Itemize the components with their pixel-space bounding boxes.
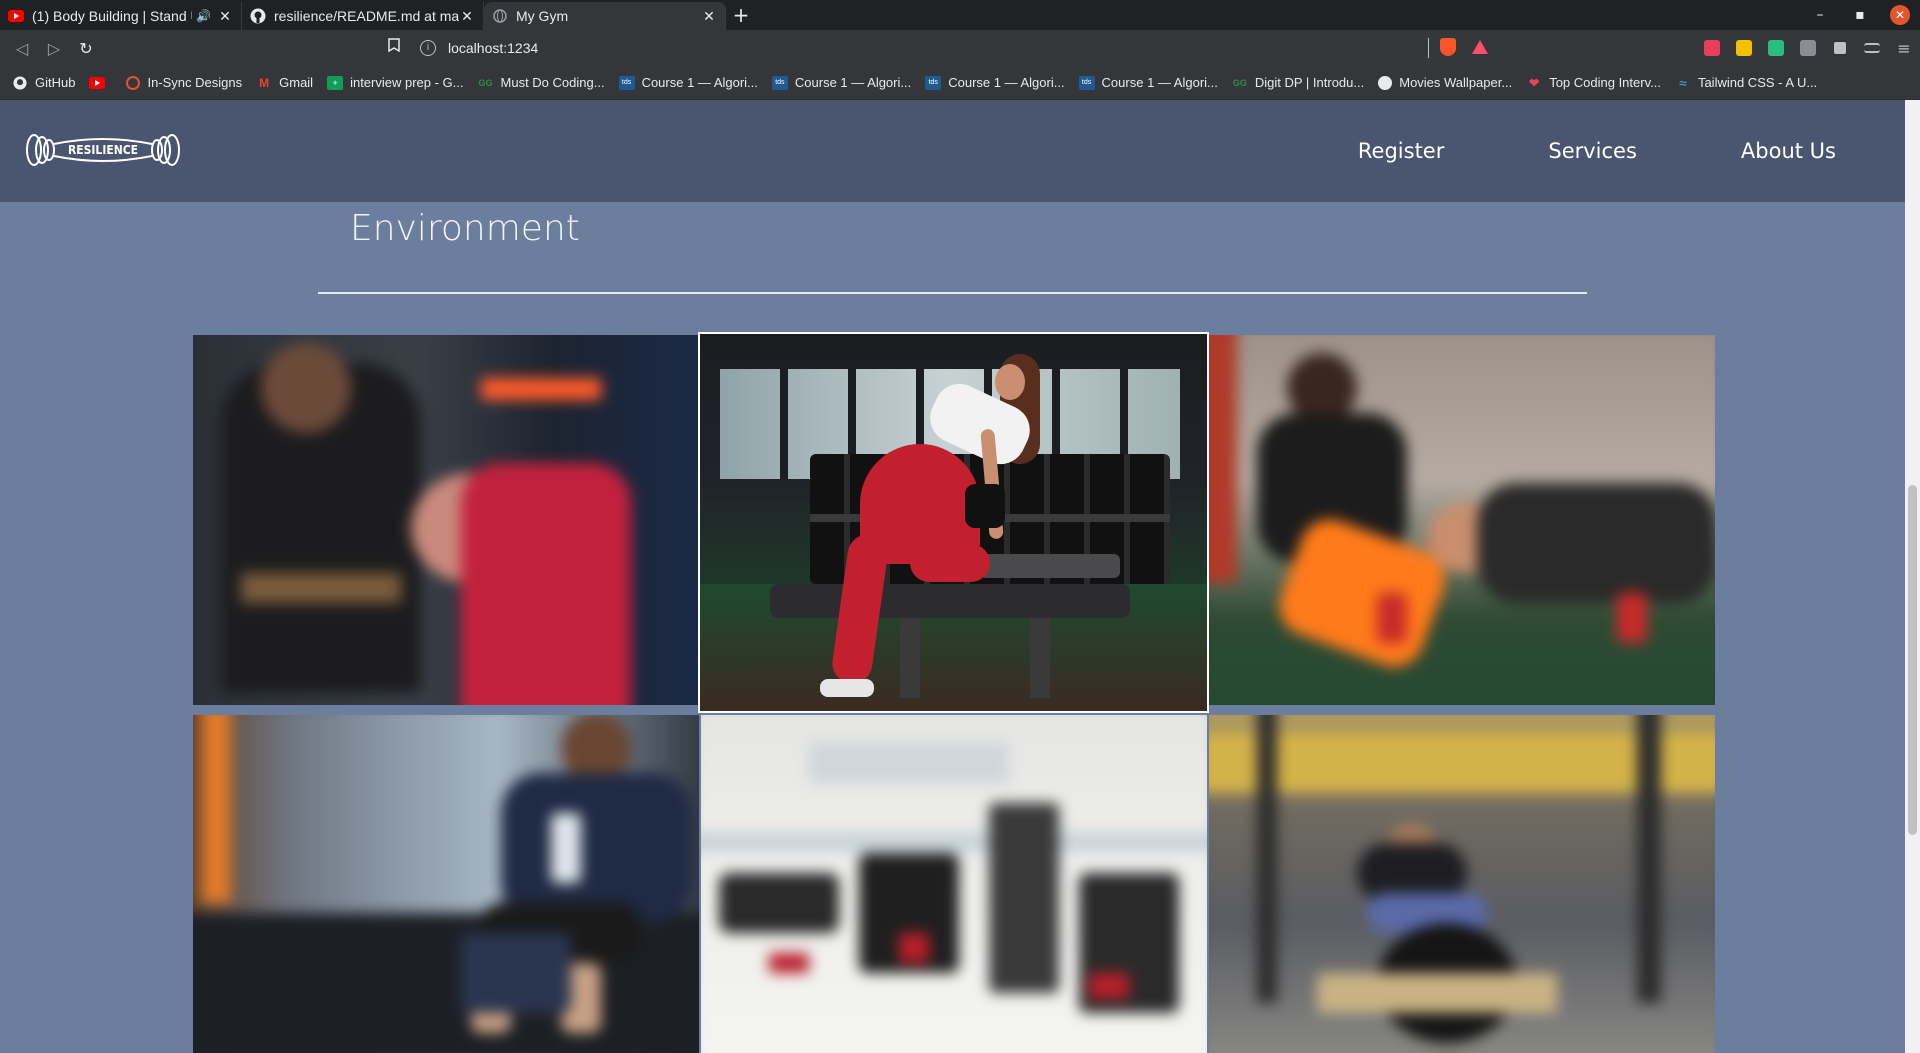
reading-list-icon[interactable] <box>1856 36 1888 60</box>
site-info-icon[interactable]: i <box>420 40 436 56</box>
tds-icon: tds <box>771 75 788 90</box>
menu-icon[interactable]: ≡ <box>1888 36 1920 60</box>
bookmark-must-do-coding[interactable]: GG Must Do Coding... <box>478 75 605 90</box>
nav-register[interactable]: Register <box>1358 139 1444 163</box>
bookmark-interview-prep[interactable]: + interview prep - G... <box>327 75 464 90</box>
bookmark-insync[interactable]: In-Sync Designs <box>126 75 242 90</box>
bookmark-label: Movies Wallpaper... <box>1399 75 1513 90</box>
logo-text: RESILIENCE <box>68 143 138 157</box>
close-tab-icon[interactable]: ✕ <box>217 8 233 25</box>
extension-icon[interactable] <box>1792 36 1824 60</box>
photo-woman-dumbbell-row[interactable] <box>698 332 1209 713</box>
section-divider <box>318 292 1587 294</box>
globe-icon <box>492 8 508 24</box>
nav-about-us[interactable]: About Us <box>1741 139 1836 163</box>
browser-tab-strip: (1) Body Building | Stand U 🔊 ✕ resilien… <box>0 0 1920 30</box>
bookmark-label: Tailwind CSS - A U... <box>1697 75 1818 90</box>
tailwind-icon: ≈ <box>1679 74 1687 91</box>
tds-icon: tds <box>1078 75 1095 90</box>
bookmark-digit-dp[interactable]: GG Digit DP | Introdu... <box>1232 75 1364 90</box>
bookmark-label: Must Do Coding... <box>500 75 605 90</box>
brave-rewards-icon[interactable] <box>1472 40 1488 54</box>
extension-icon[interactable] <box>1728 36 1760 60</box>
bookmark-label: Course 1 — Algori... <box>948 75 1065 90</box>
sheets-icon: + <box>327 75 344 90</box>
bookmark-tailwind[interactable]: ≈ Tailwind CSS - A U... <box>1675 74 1818 91</box>
extensions-area: ≡ <box>1696 36 1920 60</box>
extension-icon[interactable] <box>1760 36 1792 60</box>
youtube-icon <box>8 8 24 24</box>
bookmark-course-1[interactable]: tds Course 1 — Algori... <box>618 75 758 90</box>
window-controls: – ▪ ✕ <box>1800 0 1920 30</box>
site-header: RESILIENCE Register Services About Us <box>0 100 1905 202</box>
bookmark-youtube[interactable] <box>89 76 112 90</box>
reload-icon[interactable]: ↻ <box>70 39 102 58</box>
bookmark-gmail[interactable]: M Gmail <box>256 75 313 90</box>
photo-trainer-spotting[interactable] <box>193 335 699 705</box>
tab-body-building[interactable]: (1) Body Building | Stand U 🔊 ✕ <box>0 2 242 30</box>
browser-toolbar: ◁ ▷ ↻ i localhost:1234 ≡ <box>0 30 1920 66</box>
github-icon <box>250 8 266 24</box>
tab-title: My Gym <box>516 8 569 24</box>
photo-trainer-pushups[interactable] <box>1209 335 1715 705</box>
bookmark-movies[interactable]: Movies Wallpaper... <box>1378 75 1512 90</box>
tab-my-gym[interactable]: My Gym ✕ <box>484 2 726 30</box>
insync-icon <box>126 75 141 90</box>
tds-icon: tds <box>925 75 942 90</box>
tab-title: resilience/README.md at main <box>274 8 459 24</box>
bookmark-label: GitHub <box>35 75 76 90</box>
tab-readme[interactable]: resilience/README.md at main ✕ <box>242 2 484 30</box>
bookmark-label: Course 1 — Algori... <box>794 75 912 90</box>
gfg-icon: GG <box>478 77 493 88</box>
bookmark-label: Gmail <box>279 75 314 90</box>
nav-services[interactable]: Services <box>1548 139 1637 163</box>
photo-gym-floor[interactable] <box>701 715 1207 1053</box>
close-tab-icon[interactable]: ✕ <box>701 8 717 25</box>
bookmark-label: Course 1 — Algori... <box>1101 75 1218 90</box>
minimize-icon[interactable]: – <box>1800 7 1840 23</box>
bookmark-github[interactable]: GitHub <box>12 75 75 90</box>
youtube-icon <box>89 76 106 90</box>
main-nav: Register Services About Us <box>1358 100 1905 202</box>
scrollbar-thumb[interactable] <box>1908 485 1917 835</box>
bookmark-top-coding[interactable]: ❤ Top Coding Interv... <box>1526 75 1661 90</box>
globe-icon <box>1378 75 1393 90</box>
photo-man-barbell-deadlift[interactable] <box>1209 715 1715 1053</box>
back-icon[interactable]: ◁ <box>6 39 38 58</box>
window-close-icon[interactable]: ✕ <box>1890 5 1910 25</box>
github-icon <box>12 75 28 90</box>
extension-icon[interactable] <box>1696 36 1728 60</box>
new-tab-icon[interactable]: + <box>726 2 756 30</box>
bookmark-label: Digit DP | Introdu... <box>1254 75 1365 90</box>
puzzle-icon[interactable] <box>1824 36 1856 60</box>
leetcode-icon: ❤ <box>1529 75 1540 90</box>
photo-man-seated-shaker[interactable] <box>193 715 699 1053</box>
address-bar-divider <box>1428 38 1429 58</box>
bookmark-label: In-Sync Designs <box>147 75 243 90</box>
bookmark-label: Top Coding Interv... <box>1549 75 1661 90</box>
address-bar[interactable]: i localhost:1234 <box>420 34 1498 62</box>
gmail-icon: M <box>259 75 270 90</box>
gfg-icon: GG <box>1232 77 1247 88</box>
maximize-icon[interactable]: ▪ <box>1840 7 1880 23</box>
speaker-icon[interactable]: 🔊 <box>196 9 211 23</box>
bookmark-label: interview prep - G... <box>350 75 464 90</box>
brave-shields-icon[interactable] <box>1440 38 1456 56</box>
page-scrollbar[interactable] <box>1905 100 1920 1053</box>
resilience-logo[interactable]: RESILIENCE <box>22 130 184 170</box>
page-viewport: RESILIENCE Register Services About Us En… <box>0 100 1905 1053</box>
bookmark-icon[interactable] <box>388 38 400 56</box>
bookmark-course-3[interactable]: tds Course 1 — Algori... <box>925 75 1065 90</box>
close-tab-icon[interactable]: ✕ <box>459 8 475 25</box>
bookmark-label: Course 1 — Algori... <box>641 75 758 90</box>
bookmark-course-4[interactable]: tds Course 1 — Algori... <box>1078 75 1218 90</box>
tab-title: (1) Body Building | Stand U <box>32 8 193 24</box>
bookmark-course-2[interactable]: tds Course 1 — Algori... <box>771 75 912 90</box>
bookmarks-bar: GitHub In-Sync Designs M Gmail + intervi… <box>0 66 1920 100</box>
url-text: localhost:1234 <box>448 40 539 56</box>
tds-icon: tds <box>618 75 635 90</box>
section-title: Environment <box>350 208 580 249</box>
forward-icon[interactable]: ▷ <box>38 39 70 58</box>
